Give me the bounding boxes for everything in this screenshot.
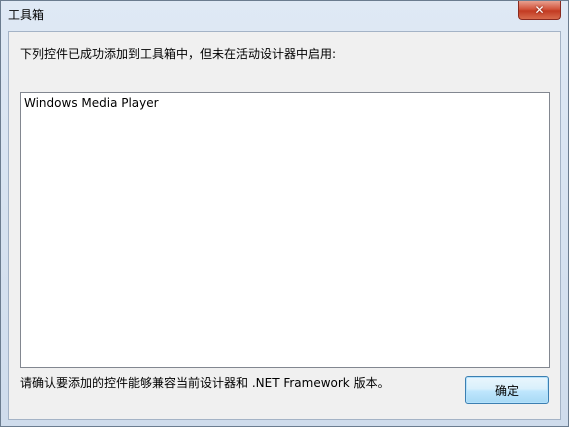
list-item[interactable]: Windows Media Player <box>24 95 159 111</box>
ok-button[interactable]: 确定 <box>465 376 549 404</box>
dialog-body: 下列控件已成功添加到工具箱中，但未在活动设计器中启用: Windows Medi… <box>8 31 561 420</box>
title-bar[interactable]: 工具箱 ✕ <box>1 1 568 31</box>
close-button[interactable]: ✕ <box>518 1 561 20</box>
window-title: 工具箱 <box>8 8 45 22</box>
dialog-window: 工具箱 ✕ 下列控件已成功添加到工具箱中，但未在活动设计器中启用: Window… <box>0 0 569 427</box>
control-listbox[interactable]: Windows Media Player <box>20 92 550 368</box>
dialog-message: 下列控件已成功添加到工具箱中，但未在活动设计器中启用: <box>20 47 337 61</box>
close-icon: ✕ <box>534 3 545 17</box>
compatibility-note: 请确认要添加的控件能够兼容当前设计器和 .NET Framework 版本。 <box>20 376 390 390</box>
